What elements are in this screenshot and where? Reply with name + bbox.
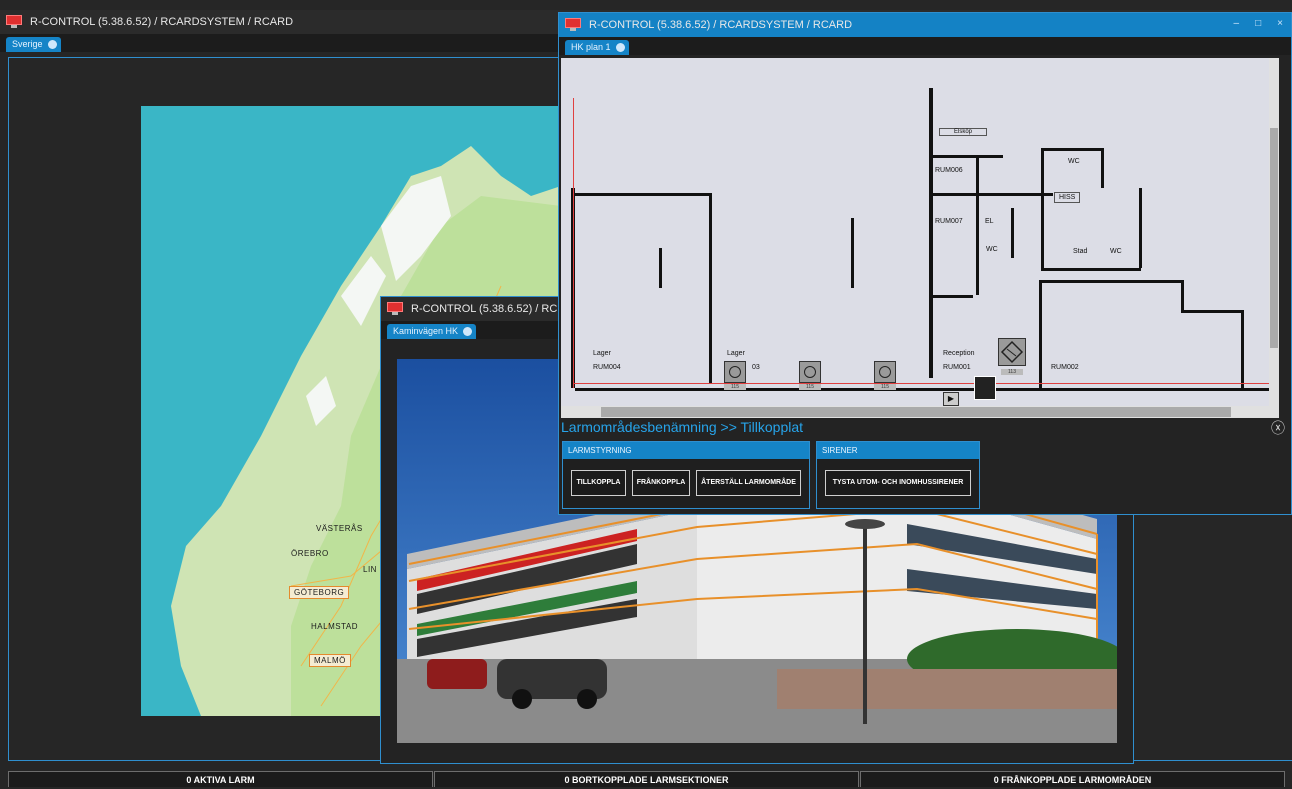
alarm-boundary [573,98,574,388]
wall [1041,280,1181,283]
room-label: Elsköp [939,128,988,136]
maximize-icon[interactable]: □ [1255,18,1261,29]
floor-plan[interactable]: Elsköp RUM006 WC HISS RUM007 EL WC Stad … [561,58,1279,418]
room-label: WC [1110,248,1122,255]
tab-hk-plan-label: HK plan 1 [571,42,611,52]
tab-close-icon[interactable] [463,327,473,336]
city-lin[interactable]: LIN [363,565,377,574]
tab-kaminvagen[interactable]: Kaminvägen HK [387,324,477,339]
room-label: Reception [943,350,975,357]
status-bortkopplade-larmsektioner[interactable]: 0 BORTKOPPLADE LARMSEKTIONER [434,771,859,787]
tysta-sirener-button[interactable]: TYSTA UTOM- OCH INOMHUSSIRENER [825,470,971,496]
city-vasteras[interactable]: VÄSTERÅS [316,524,363,533]
close-panel-icon[interactable]: ⓧ [1271,418,1285,438]
room-label: WC [986,246,998,253]
alarm-sensor-icon[interactable] [874,361,896,383]
room-label: Lager [727,350,745,357]
app-monitor-icon [387,302,403,316]
wall [933,295,973,298]
tillkoppla-button[interactable]: TILLKOPPLA [571,470,626,496]
tab-close-icon[interactable] [47,40,57,49]
siren-svg [1000,340,1024,364]
wall [1101,148,1104,188]
status-frankopplade-larmomraden[interactable]: 0 FRÅNKOPPLADE LARMOMRÅDEN [860,771,1285,787]
wall [851,218,854,288]
horizontal-scrollbar[interactable] [561,406,1279,418]
wall [1181,280,1184,310]
sirener-group: SIRENER TYSTA UTOM- OCH INOMHUSSIRENER [816,441,980,509]
app-monitor-icon [6,15,22,29]
wall [1039,280,1042,390]
room-label: WC [1068,158,1080,165]
wall [976,155,979,295]
room-label: Stad [1073,248,1088,255]
photo-window-title: R-CONTROL (5.38.6.52) / RC [411,303,558,315]
wall [929,268,933,378]
city-malmo[interactable]: MALMÖ [309,654,351,667]
aterstall-larmomrade-button[interactable]: ÅTERSTÄLL LARMOMRÅDE [696,470,801,496]
city-goteborg[interactable]: GÖTEBORG [289,586,350,599]
city-orebro[interactable]: ÖREBRO [291,549,329,558]
frankoppla-button[interactable]: FRÅNKOPPLA [632,470,690,496]
tab-hk-plan[interactable]: HK plan 1 [565,40,629,55]
wall [929,88,933,268]
wall [1181,310,1241,313]
window-controls: – □ × [1234,18,1283,29]
siren-icon[interactable] [998,338,1026,366]
wall [659,248,662,288]
vertical-scrollbar[interactable] [1269,58,1279,406]
door-icon[interactable] [974,376,996,400]
close-icon[interactable]: × [1277,18,1283,29]
tab-sverige[interactable]: Sverige [6,37,61,52]
room-label: 03 [752,364,760,371]
plan-window: R-CONTROL (5.38.6.52) / RCARDSYSTEM / RC… [558,12,1292,515]
wall [933,193,1053,196]
plan-window-title: R-CONTROL (5.38.6.52) / RCARDSYSTEM / RC… [589,19,853,31]
alarm-sensor-icon[interactable] [799,361,821,383]
main-window-title: R-CONTROL (5.38.6.52) / RCARDSYSTEM / RC… [30,16,294,28]
room-label: EL [985,218,994,225]
scroll-arrow-icon[interactable]: ▶ [943,392,959,406]
wall [1041,148,1044,268]
tab-sverige-label: Sverige [12,39,43,49]
sensor-number: 113 [1001,369,1023,375]
wall [1041,148,1101,151]
alarm-boundary [573,383,1273,384]
tab-close-icon[interactable] [615,43,625,52]
wall [709,193,712,383]
wall [1139,188,1142,268]
sensor-number: 115 [799,384,821,390]
app-monitor-icon [565,18,581,32]
room-label: HISS [1054,192,1081,203]
wall [575,388,1275,391]
sirener-heading: SIRENER [817,442,979,459]
room-label: RUM002 [1051,364,1079,371]
room-label: RUM004 [593,364,621,371]
tab-kaminvagen-label: Kaminvägen HK [393,326,459,336]
room-label: RUM001 [943,364,971,371]
horizontal-scroll-thumb[interactable] [601,407,1231,417]
alarm-sensor-icon[interactable] [724,361,746,383]
sensor-number: 115 [874,384,896,390]
status-aktiva-larm[interactable]: 0 AKTIVA LARM [8,771,433,787]
plan-titlebar[interactable]: R-CONTROL (5.38.6.52) / RCARDSYSTEM / RC… [559,13,1291,37]
sensor-number: 115 [724,384,746,390]
wall [933,155,1003,158]
plan-tabbar: HK plan 1 [559,37,1291,55]
room-label: RUM007 [935,218,963,225]
larmstyrning-group: LARMSTYRNING TILLKOPPLA FRÅNKOPPLA ÅTERS… [562,441,810,509]
wall [1041,268,1141,271]
wall [1241,310,1244,390]
vertical-scroll-thumb[interactable] [1270,128,1278,348]
minimize-icon[interactable]: – [1234,18,1240,29]
breadcrumb: Larmområdesbenämning >> Tillkopplat [561,419,804,435]
wall [575,193,711,196]
larmstyrning-heading: LARMSTYRNING [563,442,809,459]
room-label: Lager [593,350,611,357]
wall [1011,208,1014,258]
city-halmstad[interactable]: HALMSTAD [311,622,358,631]
room-label: RUM006 [935,167,963,174]
